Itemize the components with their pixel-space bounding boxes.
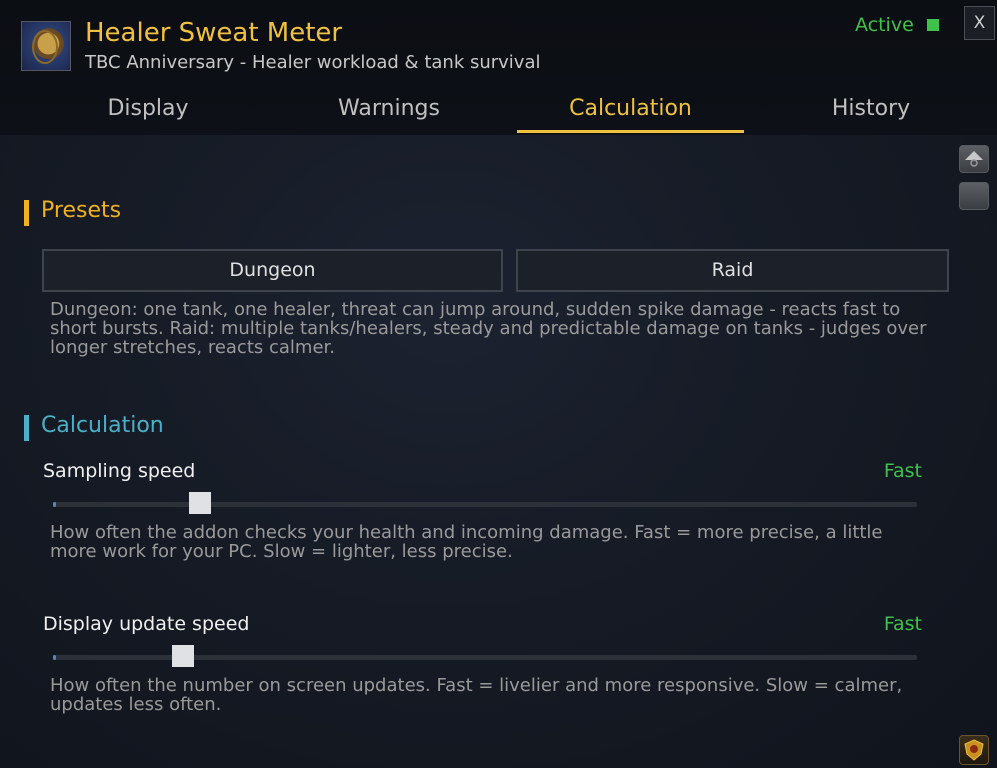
status-text: Active: [855, 14, 914, 36]
display-update-speed-label: Display update speed: [43, 613, 250, 635]
preset-dungeon-button[interactable]: Dungeon: [42, 249, 503, 292]
scroll-thumb-icon[interactable]: [959, 182, 989, 210]
addon-crest-icon: [21, 21, 71, 71]
tab-calculation[interactable]: Calculation: [517, 96, 744, 121]
presets-title: Presets: [41, 198, 122, 223]
scroll-up-icon[interactable]: [959, 145, 989, 173]
calculation-accent-bar: [24, 415, 29, 441]
display-update-speed-slider-thumb[interactable]: [172, 645, 194, 667]
display-update-speed-slider-fill: [53, 655, 56, 660]
tab-warnings[interactable]: Warnings: [309, 96, 469, 121]
presets-accent-bar: [24, 200, 29, 226]
tab-history[interactable]: History: [801, 96, 941, 121]
active-tab-underline: [517, 130, 744, 133]
close-button[interactable]: X: [964, 6, 995, 40]
window-title: Healer Sweat Meter: [85, 18, 343, 48]
preset-raid-button[interactable]: Raid: [516, 249, 949, 292]
window-subtitle: TBC Anniversary - Healer workload & tank…: [85, 52, 541, 73]
sampling-speed-label: Sampling speed: [43, 460, 196, 482]
sampling-speed-slider[interactable]: [53, 492, 917, 514]
sampling-speed-slider-thumb[interactable]: [189, 492, 211, 514]
status-indicator-icon: [927, 19, 939, 31]
tab-display[interactable]: Display: [78, 96, 218, 121]
sampling-speed-value: Fast: [883, 460, 922, 482]
calculation-title: Calculation: [41, 413, 164, 438]
sampling-speed-slider-fill: [53, 502, 56, 507]
display-update-speed-description: How often the number on screen updates. …: [50, 675, 903, 715]
display-update-speed-slider[interactable]: [53, 645, 917, 667]
presets-description: Dungeon: one tank, one healer, threat ca…: [50, 299, 927, 358]
shield-badge-icon[interactable]: [959, 735, 989, 765]
display-update-speed-value: Fast: [883, 613, 922, 635]
sampling-speed-description: How often the addon checks your health a…: [50, 522, 883, 562]
